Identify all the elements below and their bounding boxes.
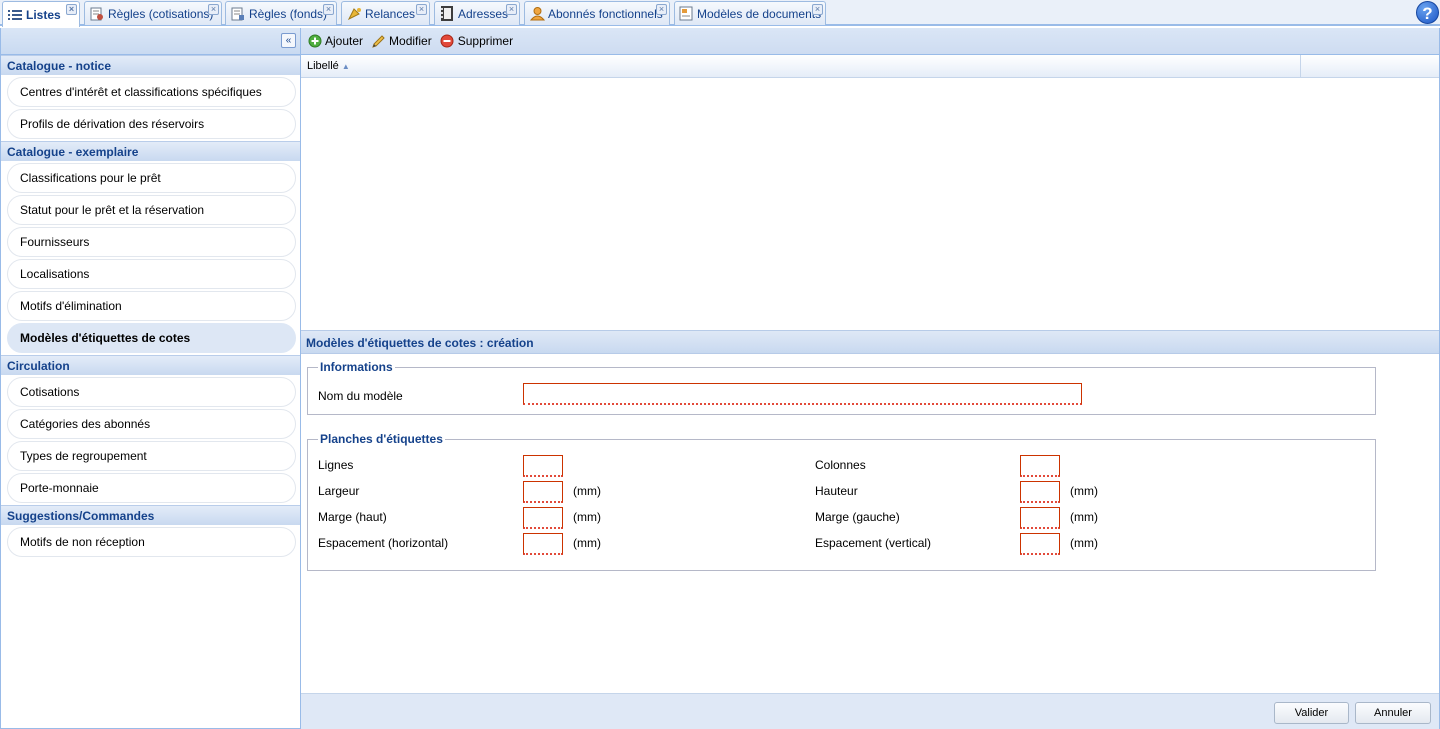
width-unit: (mm) [573,484,601,498]
sidebar-item[interactable]: Classifications pour le prêt [7,163,296,193]
pencil-icon [371,34,386,49]
height-input[interactable] [1020,481,1060,503]
section-suggestions-commandes: Suggestions/Commandes [1,505,300,525]
sidebar-item[interactable]: Localisations [7,259,296,289]
tab-adresses[interactable]: Adresses × [434,1,520,25]
margin-top-label: Marge (haut) [318,510,387,524]
spacing-vertical-unit: (mm) [1070,536,1098,550]
tab-listes[interactable]: Listes × [2,1,80,27]
sidebar-header: « [1,28,300,55]
height-label: Hauteur [815,484,858,498]
tab-regles-cotisations[interactable]: Règles (cotisations) × [84,1,222,25]
edit-label: Modifier [389,34,432,48]
close-icon[interactable]: × [323,4,334,15]
tab-label: Abonnés fonctionnels [548,6,663,21]
tab-label: Relances [365,6,416,21]
address-book-icon [439,6,455,22]
rules-icon [89,6,105,22]
sidebar-item-selected[interactable]: Modèles d'étiquettes de cotes [7,323,296,353]
sort-asc-icon: ▲ [341,61,350,71]
form-title: Modèles d'étiquettes de cotes : création [301,330,1439,354]
grid-body [301,78,1439,330]
spacing-horizontal-label: Espacement (horizontal) [318,536,449,550]
reminder-icon [346,6,362,22]
add-label: Ajouter [325,34,364,48]
sidebar-item[interactable]: Cotisations [7,377,296,407]
sidebar-item[interactable]: Types de regroupement [7,441,296,471]
sidebar-item[interactable]: Profils de dérivation des réservoirs [7,109,296,139]
tab-modeles-documents[interactable]: Modèles de documents × [674,1,826,25]
close-icon[interactable]: × [416,4,427,15]
spacing-horizontal-unit: (mm) [573,536,601,550]
edit-button[interactable]: Modifier [371,34,432,49]
margin-left-input[interactable] [1020,507,1060,529]
delete-icon [440,34,455,49]
section-circulation: Circulation [1,355,300,375]
tab-abonnes-fonctionnels[interactable]: Abonnés fonctionnels × [524,1,670,25]
section-catalogue-notice: Catalogue - notice [1,55,300,75]
spacing-vertical-input[interactable] [1020,533,1060,555]
column-header-libelle[interactable]: Libellé ▲ [301,55,1301,77]
tab-label: Règles (fonds) [249,6,328,21]
sidebar-item[interactable]: Porte-monnaie [7,473,296,503]
add-button[interactable]: Ajouter [307,34,363,49]
margin-top-unit: (mm) [573,510,601,524]
delete-label: Supprimer [457,34,514,48]
sidebar: « Catalogue - notice Centres d'intérêt e… [0,28,301,729]
spacing-vertical-label: Espacement (vertical) [815,536,932,550]
delete-button[interactable]: Supprimer [440,34,513,49]
add-icon [307,34,322,49]
sidebar-item[interactable]: Centres d'intérêt et classifications spé… [7,77,296,107]
spacing-horizontal-input[interactable] [523,533,563,555]
close-icon[interactable]: × [506,4,517,15]
cancel-button[interactable]: Annuler [1355,702,1431,724]
close-icon[interactable]: × [208,4,219,15]
tab-relances[interactable]: Relances × [341,1,430,25]
margin-left-label: Marge (gauche) [815,510,900,524]
close-icon[interactable]: × [656,4,667,15]
height-unit: (mm) [1070,484,1098,498]
form-footer: Valider Annuler [301,693,1439,729]
columns-input[interactable] [1020,455,1060,477]
rows-label: Lignes [318,458,354,472]
tab-bar: Listes × Règles (cotisations) × Règles (… [0,0,1440,27]
margin-left-unit: (mm) [1070,510,1098,524]
tab-label: Modèles de documents [697,6,822,21]
sidebar-item[interactable]: Motifs d'élimination [7,291,296,321]
sidebar-item[interactable]: Statut pour le prêt et la réservation [7,195,296,225]
list-icon [7,7,23,23]
help-icon[interactable]: ? [1416,1,1439,24]
sidebar-item[interactable]: Catégories des abonnés [7,409,296,439]
tab-label: Adresses [458,6,509,21]
grid-header: Libellé ▲ [301,55,1439,78]
document-template-icon [679,6,694,22]
main-panel: Ajouter Modifier Supprimer Libellé ▲ Mod… [301,28,1440,729]
toolbar: Ajouter Modifier Supprimer [301,28,1439,55]
width-label: Largeur [318,484,360,498]
sidebar-item[interactable]: Motifs de non réception [7,527,296,557]
close-icon[interactable]: × [66,4,77,15]
legend-informations: Informations [320,360,393,374]
model-name-input[interactable] [523,383,1082,405]
name-label: Nom du modèle [318,389,403,403]
margin-top-input[interactable] [523,507,563,529]
tab-label: Règles (cotisations) [108,6,214,21]
user-icon [529,6,545,22]
rules-fund-icon [230,6,246,22]
fieldset-planches: Planches d'étiquettes [307,432,1376,571]
columns-label: Colonnes [815,458,866,472]
collapse-icon[interactable]: « [281,33,296,48]
section-catalogue-exemplaire: Catalogue - exemplaire [1,141,300,161]
tab-label: Listes [26,7,61,22]
validate-button[interactable]: Valider [1274,702,1349,724]
width-input[interactable] [523,481,563,503]
close-icon[interactable]: × [812,4,823,15]
legend-planches: Planches d'étiquettes [320,432,443,446]
form-body: Informations Nom du modèle Planches d'ét… [301,354,1439,692]
sidebar-item[interactable]: Fournisseurs [7,227,296,257]
tab-regles-fonds[interactable]: Règles (fonds) × [225,1,337,25]
column-label: Libellé [307,60,339,72]
rows-input[interactable] [523,455,563,477]
